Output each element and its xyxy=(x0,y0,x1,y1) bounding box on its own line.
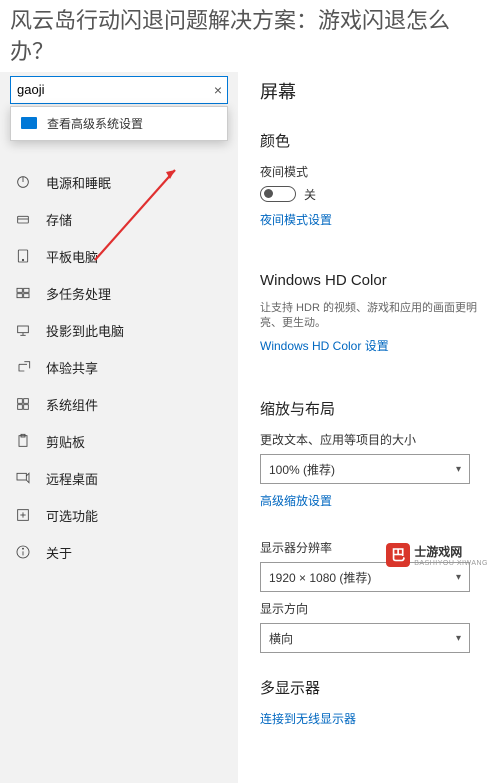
search-result-label: 查看高级系统设置 xyxy=(47,115,143,132)
monitor-icon xyxy=(21,117,37,129)
sidebar-item-multitask[interactable]: 多任务处理 xyxy=(0,275,238,312)
hdr-description: 让支持 HDR 的视频、游戏和应用的画面更明亮、更生动。 xyxy=(260,301,488,332)
sidebar-nav: 电源和睡眠 存储 平板电脑 多任务处理 投影到此电脑 体验共享 xyxy=(0,164,238,571)
remote-icon xyxy=(14,469,32,487)
hdr-section: Windows HD Color 让支持 HDR 的视频、游戏和应用的画面更明亮… xyxy=(260,272,488,375)
search-result-item[interactable]: 查看高级系统设置 xyxy=(11,107,227,140)
hdr-settings-link[interactable]: Windows HD Color 设置 xyxy=(260,337,389,354)
search-container: × xyxy=(10,76,228,104)
sidebar-item-share[interactable]: 体验共享 xyxy=(0,349,238,386)
sidebar-item-project[interactable]: 投影到此电脑 xyxy=(0,312,238,349)
sidebar-item-label: 可选功能 xyxy=(46,506,98,525)
toggle-switch[interactable] xyxy=(260,186,296,202)
sidebar-item-power[interactable]: 电源和睡眠 xyxy=(0,164,238,201)
color-heading: 颜色 xyxy=(260,130,488,151)
storage-icon xyxy=(14,210,32,228)
multi-display-heading: 多显示器 xyxy=(260,677,488,698)
multitask-icon xyxy=(14,284,32,302)
sidebar-item-label: 剪贴板 xyxy=(46,432,85,451)
clipboard-icon xyxy=(14,432,32,450)
sidebar-item-remote[interactable]: 远程桌面 xyxy=(0,460,238,497)
sidebar-item-storage[interactable]: 存储 xyxy=(0,201,238,238)
scale-section: 缩放与布局 更改文本、应用等项目的大小 100% (推荐) ▾ 高级缩放设置 显… xyxy=(260,398,488,653)
sidebar-item-label: 投影到此电脑 xyxy=(46,321,124,340)
page-title: 屏幕 xyxy=(260,78,488,104)
about-icon xyxy=(14,543,32,561)
sidebar-item-label: 系统组件 xyxy=(46,395,98,414)
sidebar-item-tablet[interactable]: 平板电脑 xyxy=(0,238,238,275)
optional-icon xyxy=(14,506,32,524)
chevron-down-icon: ▾ xyxy=(456,464,461,475)
multi-display-section: 多显示器 连接到无线显示器 xyxy=(260,677,488,747)
orientation-value: 横向 xyxy=(269,630,293,647)
watermark-sub: BASHIYOU XIWANG xyxy=(414,560,488,567)
advanced-scale-link[interactable]: 高级缩放设置 xyxy=(260,492,332,509)
tablet-icon xyxy=(14,247,32,265)
watermark: 巴 士游戏网 BASHIYOU XIWANG xyxy=(386,543,488,567)
share-icon xyxy=(14,358,32,376)
orientation-select[interactable]: 横向 ▾ xyxy=(260,623,470,653)
power-icon xyxy=(14,173,32,191)
night-mode-toggle[interactable]: 关 xyxy=(260,186,488,203)
color-section: 颜色 夜间模式 关 夜间模式设置 xyxy=(260,130,488,248)
article-title: 风云岛行动闪退问题解决方案：游戏闪退怎么办？ xyxy=(0,0,500,72)
watermark-icon: 巴 xyxy=(386,543,410,567)
sidebar-item-label: 平板电脑 xyxy=(46,247,98,266)
settings-window: × 查看高级系统设置 电源和睡眠 存储 平板电脑 多任务处理 xyxy=(0,72,500,783)
sidebar-item-component[interactable]: 系统组件 xyxy=(0,386,238,423)
sidebar-item-label: 电源和睡眠 xyxy=(46,173,111,192)
component-icon xyxy=(14,395,32,413)
scale-heading: 缩放与布局 xyxy=(260,398,488,419)
sidebar-item-optional[interactable]: 可选功能 xyxy=(0,497,238,534)
search-dropdown: 查看高级系统设置 xyxy=(10,106,228,141)
project-icon xyxy=(14,321,32,339)
sidebar-item-label: 多任务处理 xyxy=(46,284,111,303)
night-mode-label: 夜间模式 xyxy=(260,163,488,180)
toggle-state: 关 xyxy=(304,186,316,203)
sidebar-item-clipboard[interactable]: 剪贴板 xyxy=(0,423,238,460)
sidebar-item-label: 远程桌面 xyxy=(46,469,98,488)
resolution-value: 1920 × 1080 (推荐) xyxy=(269,569,371,586)
watermark-text: 士游戏网 xyxy=(414,543,488,560)
search-clear-icon[interactable]: × xyxy=(214,82,222,98)
chevron-down-icon: ▾ xyxy=(456,572,461,583)
sidebar-item-label: 存储 xyxy=(46,210,72,229)
sidebar-item-label: 体验共享 xyxy=(46,358,98,377)
text-size-select[interactable]: 100% (推荐) ▾ xyxy=(260,454,470,484)
chevron-down-icon: ▾ xyxy=(456,633,461,644)
orientation-label: 显示方向 xyxy=(260,600,488,617)
text-size-value: 100% (推荐) xyxy=(269,461,335,478)
wireless-display-link[interactable]: 连接到无线显示器 xyxy=(260,710,356,727)
night-mode-settings-link[interactable]: 夜间模式设置 xyxy=(260,211,332,228)
sidebar: × 查看高级系统设置 电源和睡眠 存储 平板电脑 多任务处理 xyxy=(0,72,238,783)
sidebar-item-label: 关于 xyxy=(46,543,72,562)
content-panel: 屏幕 颜色 夜间模式 关 夜间模式设置 Windows HD Color 让支持… xyxy=(238,72,500,783)
sidebar-item-about[interactable]: 关于 xyxy=(0,534,238,571)
search-input[interactable] xyxy=(10,76,228,104)
text-size-label: 更改文本、应用等项目的大小 xyxy=(260,431,488,448)
hdr-heading: Windows HD Color xyxy=(260,272,488,289)
